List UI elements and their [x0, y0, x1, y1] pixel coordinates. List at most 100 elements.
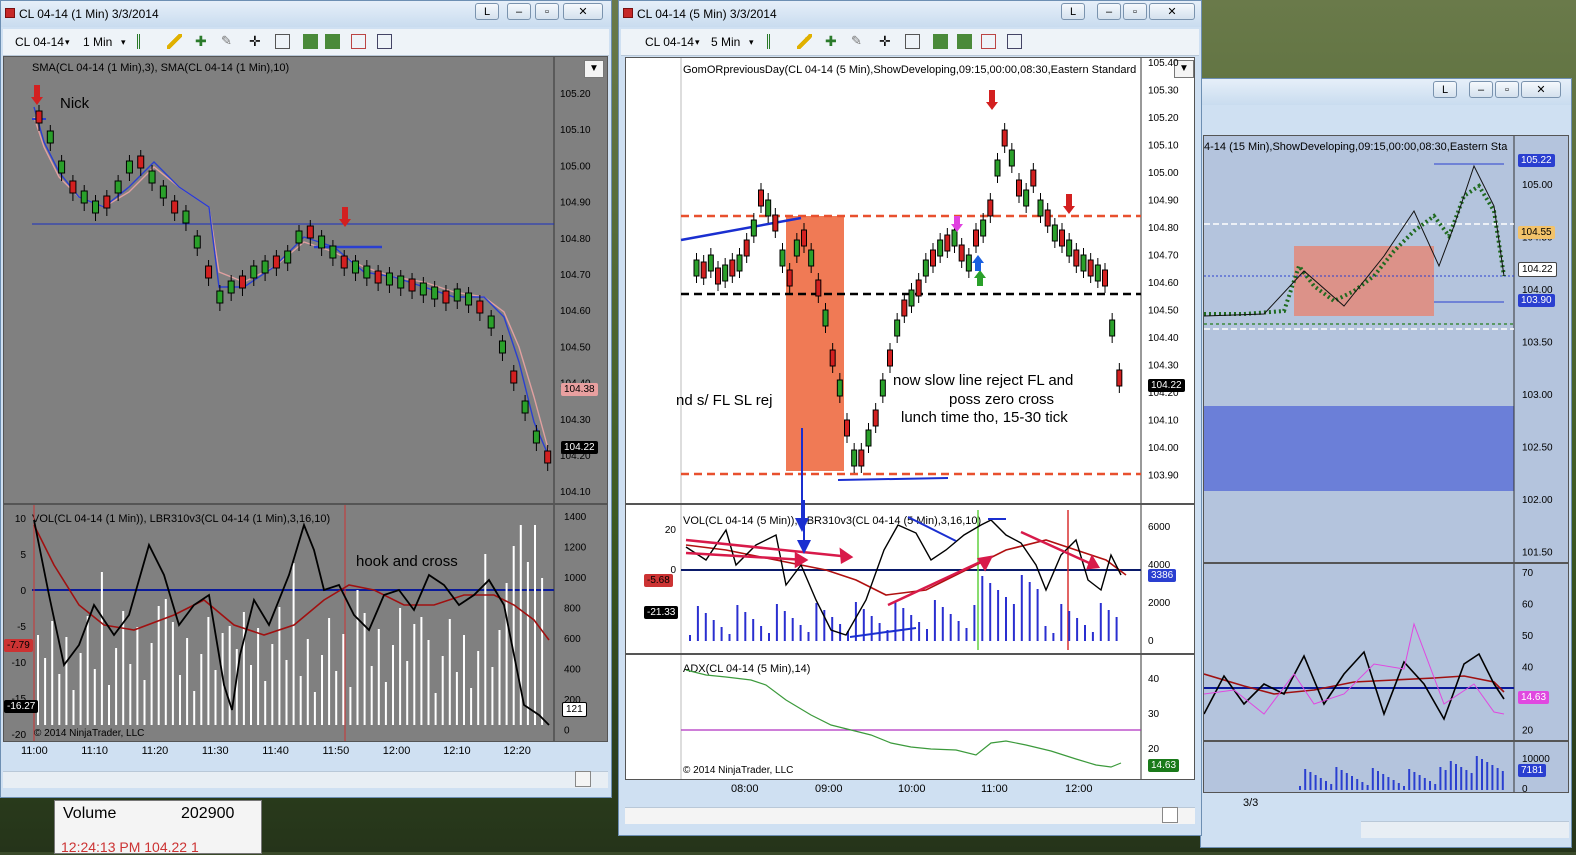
close-button[interactable]: ✕ — [1521, 81, 1561, 98]
candle-body — [250, 265, 258, 279]
volume-tick-label: 600 — [564, 634, 581, 645]
candle-body — [765, 199, 772, 217]
price-tick-label: 104.40 — [1148, 333, 1179, 344]
candle-body — [758, 189, 764, 207]
osc-tick-label: 10 — [15, 514, 27, 525]
minimize-button[interactable]: ‒ — [1097, 3, 1121, 20]
chart-trader-icon[interactable] — [981, 34, 996, 49]
chart-window-1min[interactable]: CL 04-14 (1 Min) 3/3/2014 L ‒ ▫ ✕ CL 04-… — [0, 0, 612, 798]
candle-body — [510, 370, 518, 384]
time-tick-label: 11:50 — [322, 745, 350, 757]
price-panel-5min[interactable]: GomORpreviousDay(CL 04-14 (5 Min),ShowDe… — [625, 57, 1195, 504]
candle-body — [1044, 209, 1051, 227]
interval-selector[interactable]: 1 Min — [83, 35, 112, 49]
candle-body — [216, 290, 224, 304]
candle-body — [772, 214, 779, 232]
time-tick-label: 12:20 — [503, 745, 531, 757]
candle-body — [1094, 264, 1101, 282]
indicator-panel-5min[interactable]: VOL(CL 04-14 (5 Min)), LBR310v3(CL 04-14… — [625, 504, 1195, 654]
titlebar-1min[interactable]: CL 04-14 (1 Min) 3/3/2014 L ‒ ▫ ✕ — [1, 1, 611, 27]
market-data-strip: Volume 202900 12:24:13 PM 104.22 1 — [54, 800, 262, 855]
data-box-icon[interactable] — [957, 34, 972, 49]
scroll-thumb[interactable] — [575, 771, 591, 787]
properties-icon[interactable] — [933, 34, 948, 49]
strategy-icon[interactable]: ✎ — [221, 34, 236, 49]
candle-body — [980, 219, 987, 237]
time-tick-label: 08:00 — [731, 783, 759, 795]
chart-toolbar-1min: CL 04-14 ▾ 1 Min ▾ ✚ ✎ ✛ — [3, 29, 609, 56]
link-button[interactable]: L — [1061, 3, 1085, 20]
link-button[interactable]: L — [475, 3, 499, 20]
maximize-button[interactable]: ▫ — [1123, 3, 1147, 20]
horizontal-scrollbar[interactable] — [625, 807, 1195, 824]
zoom-icon[interactable] — [905, 34, 920, 49]
chart-trader-icon[interactable] — [351, 34, 366, 49]
indicator-chart-15min: 70605040302010 — [1204, 564, 1534, 740]
adx-panel-5min[interactable]: ADX(CL 04-14 (5 Min),14) 40302010 14.63 … — [625, 654, 1195, 780]
minimize-button[interactable]: ‒ — [507, 3, 531, 20]
candle-body — [374, 270, 382, 284]
indicator-panel-15min[interactable]: 70605040302010 14.63 — [1203, 563, 1569, 741]
bar-type-icon[interactable] — [767, 34, 782, 49]
data-box-icon[interactable] — [325, 34, 340, 49]
horizontal-scrollbar[interactable] — [1361, 821, 1569, 838]
minimize-button[interactable]: ‒ — [1469, 81, 1493, 98]
link-button[interactable]: L — [1433, 81, 1457, 98]
titlebar-15min[interactable]: L ‒ ▫ ✕ — [1201, 79, 1571, 105]
window-title: CL 04-14 (1 Min) 3/3/2014 — [19, 7, 159, 21]
candle-body — [994, 159, 1001, 177]
volume-chart-15min: 100000 — [1299, 742, 1550, 792]
copyright: © 2014 NinjaTrader, LLC — [34, 728, 145, 739]
instrument-selector[interactable]: CL 04-14 — [15, 35, 64, 49]
candle-body — [729, 259, 736, 277]
chevron-down-icon[interactable]: ▾ — [121, 37, 126, 48]
maximize-button[interactable]: ▫ — [1495, 81, 1519, 98]
scroll-thumb[interactable] — [1162, 807, 1178, 823]
add-indicator-icon[interactable]: ✚ — [825, 34, 840, 49]
close-button[interactable]: ✕ — [563, 3, 603, 20]
instrument-selector[interactable]: CL 04-14 — [645, 35, 694, 49]
crosshair-icon[interactable]: ✛ — [879, 34, 894, 49]
pencil-icon[interactable] — [167, 34, 182, 49]
horizontal-scrollbar[interactable] — [3, 771, 608, 788]
titlebar-5min[interactable]: CL 04-14 (5 Min) 3/3/2014 L ‒ ▫ ✕ — [619, 1, 1201, 27]
candle-body — [908, 289, 915, 307]
candle-body — [1087, 259, 1094, 277]
close-button[interactable]: ✕ — [1149, 3, 1195, 20]
time-tick-label: 11:20 — [141, 745, 169, 757]
chevron-down-icon[interactable]: ▾ — [695, 37, 700, 48]
price-panel-15min[interactable]: 4-14 (15 Min),ShowDeveloping,09:15,00:00… — [1203, 135, 1569, 563]
chevron-down-icon[interactable]: ▾ — [65, 37, 70, 48]
bar-type-icon[interactable] — [137, 34, 152, 49]
volume-panel-15min[interactable]: 10000 0 7181 — [1203, 741, 1569, 793]
zoom-icon[interactable] — [275, 34, 290, 49]
templates-icon[interactable] — [1007, 34, 1022, 49]
properties-icon[interactable] — [303, 34, 318, 49]
volume-tick-label: 400 — [564, 665, 581, 676]
price-tick-label: 104.00 — [1148, 443, 1179, 454]
strategy-icon[interactable]: ✎ — [851, 34, 866, 49]
candles-1min — [35, 105, 552, 471]
or-low-tag: 103.90 — [1518, 294, 1555, 307]
chart-window-15min[interactable]: L ‒ ▫ ✕ 4-14 (15 Min),ShowDeveloping,09:… — [1200, 78, 1572, 848]
pencil-icon[interactable] — [797, 34, 812, 49]
templates-icon[interactable] — [377, 34, 392, 49]
window-title: CL 04-14 (5 Min) 3/3/2014 — [637, 7, 777, 21]
price-tick-label: 104.50 — [1148, 306, 1179, 317]
volume-tick-label: 0 — [564, 726, 570, 737]
chart-window-5min[interactable]: CL 04-14 (5 Min) 3/3/2014 L ‒ ▫ ✕ CL 04-… — [618, 0, 1202, 836]
candle-body — [707, 254, 714, 272]
volume-tag: 121 — [562, 702, 587, 717]
indicator-panel-1min[interactable]: VOL(CL 04-14 (1 Min)), LBR310v3(CL 04-14… — [3, 504, 608, 742]
candle-body — [476, 300, 484, 314]
time-tick-label: 11:40 — [262, 745, 289, 757]
price-panel-1min[interactable]: SMA(CL 04-14 (1 Min),3), SMA(CL 04-14 (1… — [3, 56, 608, 504]
date-axis-label: 3/3 — [1243, 797, 1259, 809]
candle-body — [844, 419, 850, 437]
chevron-down-icon[interactable]: ▾ — [749, 37, 754, 48]
crosshair-icon[interactable]: ✛ — [249, 34, 264, 49]
add-indicator-icon[interactable]: ✚ — [195, 34, 210, 49]
maximize-button[interactable]: ▫ — [535, 3, 559, 20]
interval-selector[interactable]: 5 Min — [711, 35, 740, 49]
osc-tick-label: 5 — [20, 550, 26, 561]
